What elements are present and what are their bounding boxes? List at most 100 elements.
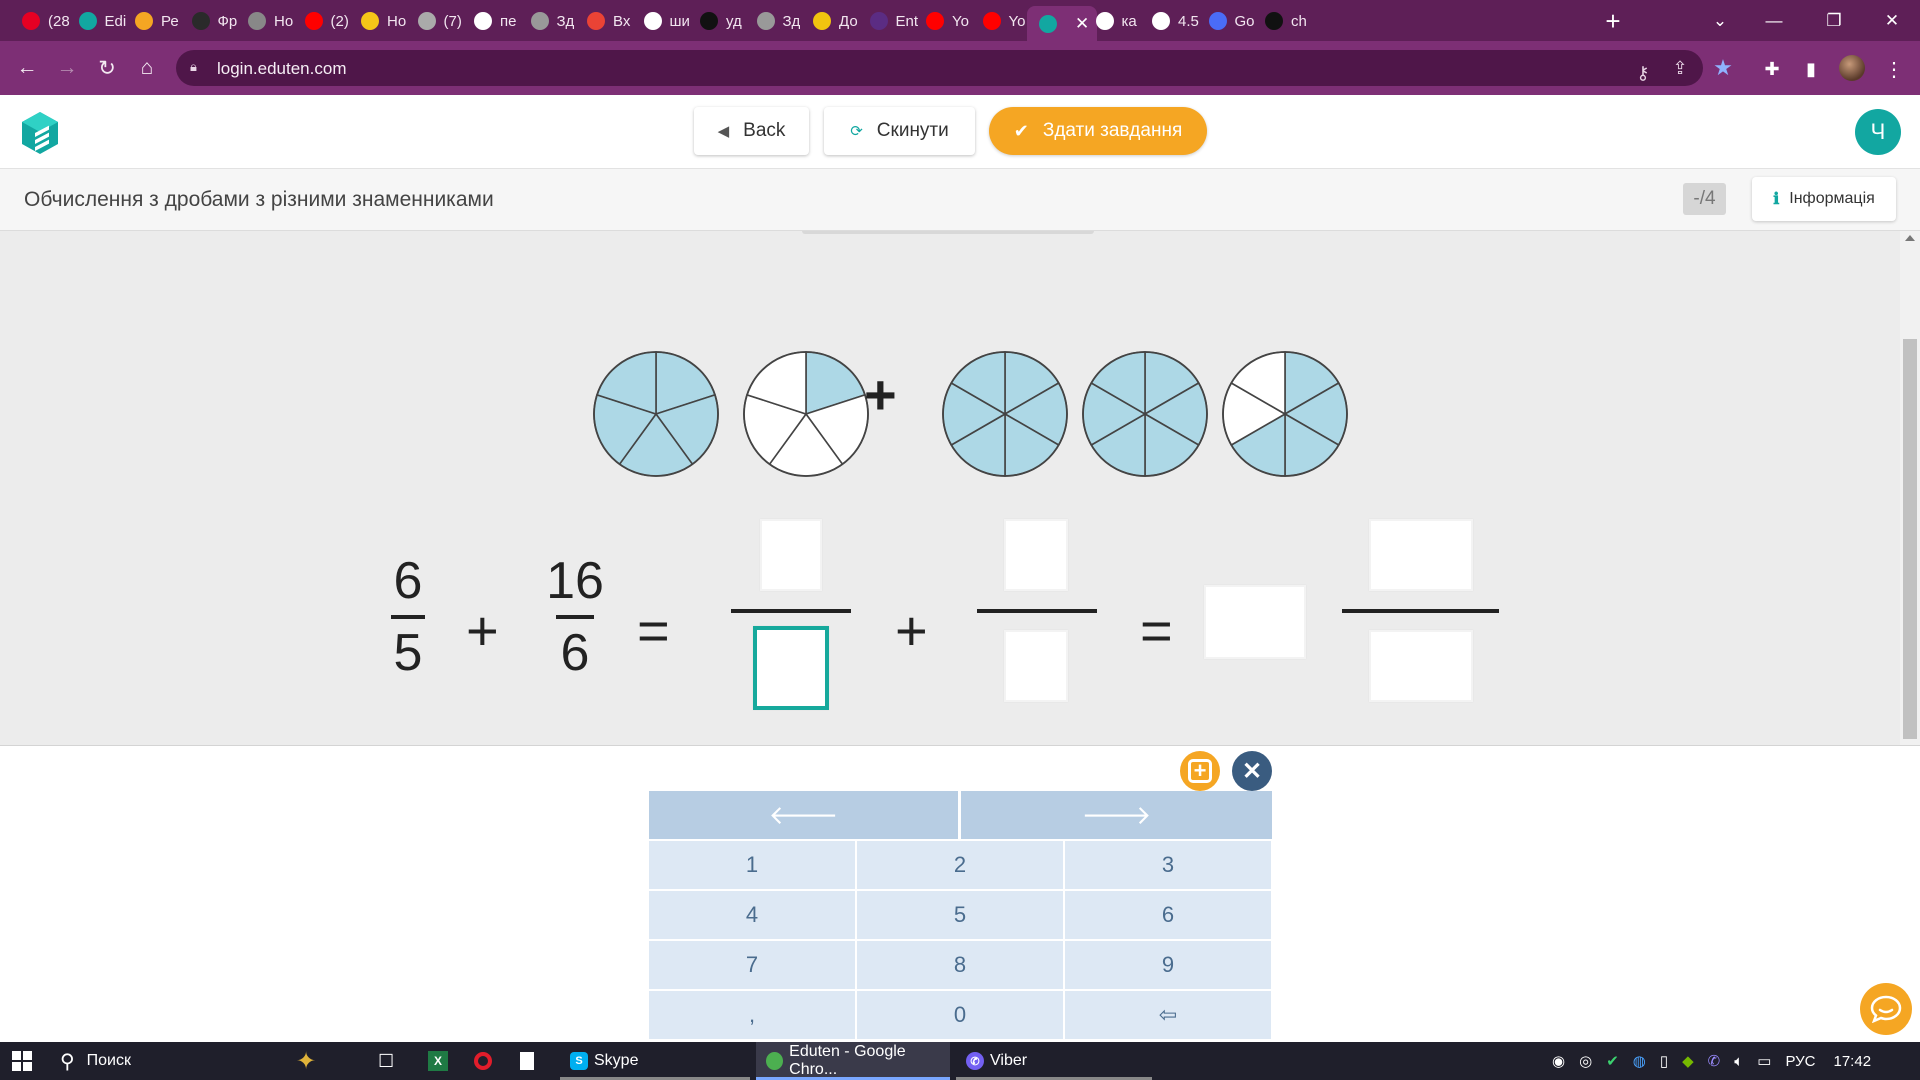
task-scrollbar[interactable] <box>1900 231 1920 745</box>
keypad-key[interactable]: 7 <box>649 941 855 989</box>
address-bar[interactable]: 🔒︎ login.eduten.com ⚷ ⇪ <box>176 50 1703 86</box>
lock-icon: 🔒︎ <box>190 59 197 74</box>
fraction-2-numerator: 16 <box>546 552 604 610</box>
minimize-button[interactable]: — <box>1748 0 1800 41</box>
answer-1-denominator-input[interactable] <box>753 626 829 710</box>
keypad-key[interactable]: 1 <box>649 841 855 889</box>
keypad-key[interactable]: 4 <box>649 891 855 939</box>
keypad-left-arrow-button[interactable]: 🡐 <box>649 791 958 839</box>
scrollbar-thumb[interactable] <box>1903 339 1917 739</box>
chrome-icon <box>248 12 266 30</box>
restore-button[interactable]: ❐ <box>1808 0 1860 41</box>
display-icon[interactable]: ▭ <box>1757 1052 1771 1070</box>
pie-right-2 <box>1082 351 1208 477</box>
usb-icon[interactable]: ▯ <box>1660 1052 1668 1070</box>
back-button[interactable]: ◀ Back <box>694 107 809 155</box>
reset-button[interactable]: ⟳ Скинути <box>824 107 975 155</box>
browser-tab-label: уд <box>726 12 742 30</box>
chat-support-button[interactable] <box>1860 983 1912 1035</box>
key-icon[interactable]: ⚷ <box>1629 59 1657 87</box>
pinterest-icon <box>22 12 40 30</box>
keypad-key[interactable]: ⇦ <box>1065 991 1271 1039</box>
info-button[interactable]: ℹ Інформація <box>1752 177 1896 221</box>
task-view-icon[interactable]: ☐ <box>378 1042 402 1080</box>
browser-tab-label: (2) <box>330 12 349 30</box>
shield-check-icon[interactable]: ✔ <box>1606 1052 1619 1070</box>
browser-tab-label: ch <box>1291 12 1307 30</box>
google-icon <box>474 12 492 30</box>
extensions-icon[interactable]: ✚ <box>1756 53 1788 85</box>
answer-3-numerator-input[interactable] <box>1369 519 1473 591</box>
viber-label: Viber <box>990 1052 1028 1069</box>
three-icon <box>1265 12 1283 30</box>
tab-search-icon[interactable]: ⌄ <box>1694 0 1746 41</box>
keypad-key[interactable]: 2 <box>857 841 1063 889</box>
close-window-button[interactable]: ✕ <box>1866 0 1918 41</box>
language-indicator[interactable]: РУС <box>1785 1053 1815 1070</box>
keypad-key[interactable]: 0 <box>857 991 1063 1039</box>
excel-icon[interactable]: X <box>428 1042 452 1080</box>
new-tab-button[interactable]: + <box>1598 6 1628 36</box>
answer-1-numerator-input[interactable] <box>760 519 822 591</box>
discord-icon[interactable]: ◉ <box>1552 1052 1565 1070</box>
nvidia-icon[interactable]: ◆ <box>1682 1052 1694 1070</box>
keypad-close-button[interactable]: ✕ <box>1232 751 1272 791</box>
answer-2-denominator-input[interactable] <box>1004 630 1068 702</box>
taskbar-app-skype[interactable]: S Skype <box>560 1042 750 1080</box>
keypad-right-arrow-button[interactable]: 🡒 <box>961 791 1272 839</box>
info-label: Інформація <box>1789 190 1875 207</box>
youtube-icon <box>926 12 944 30</box>
whole-number-input[interactable] <box>1204 585 1306 659</box>
browser-tab-label: ка <box>1121 12 1137 30</box>
answer-2-numerator-input[interactable] <box>1004 519 1068 591</box>
keypad-key[interactable]: 5 <box>857 891 1063 939</box>
share-icon[interactable]: ⇪ <box>1666 54 1694 82</box>
side-panel-icon[interactable]: ▮ <box>1795 53 1827 85</box>
keypad-add-button[interactable]: + <box>1180 751 1220 791</box>
viber-tray-icon[interactable]: ✆ <box>1708 1052 1721 1070</box>
eduten-logo[interactable] <box>20 112 60 154</box>
keypad-key[interactable]: 8 <box>857 941 1063 989</box>
keypad-key[interactable]: , <box>649 991 855 1039</box>
forward-arrow-icon[interactable]: → <box>50 51 84 85</box>
home-icon[interactable]: ⌂ <box>130 51 164 85</box>
keypad-key[interactable]: 9 <box>1065 941 1271 989</box>
refresh-icon: ⟳ <box>850 123 863 140</box>
browser-tab[interactable]: ch <box>1253 6 1319 36</box>
network-globe-icon[interactable]: ◍ <box>1633 1052 1646 1070</box>
task-tab-indicator <box>802 231 1094 234</box>
google-icon <box>643 12 662 30</box>
browser-tab-label: Но <box>274 12 294 30</box>
chrome-label: Eduten - Google Chro... <box>789 1043 906 1078</box>
windows-start-icon[interactable] <box>12 1042 36 1080</box>
notepad-icon[interactable] <box>520 1042 540 1080</box>
fraction-2: 16 6 <box>544 551 606 683</box>
sync-icon[interactable]: ◎ <box>1579 1052 1592 1070</box>
back-arrow-icon[interactable]: ← <box>10 51 44 85</box>
fraction-2-denominator: 6 <box>560 624 590 682</box>
opera-icon[interactable] <box>474 1042 498 1080</box>
taskbar-app-viber[interactable]: ✆ Viber <box>956 1042 1152 1080</box>
close-icon: ✕ <box>1241 757 1263 785</box>
clock[interactable]: 17:42 <box>1834 1053 1872 1070</box>
bookmark-star-icon[interactable]: ★ <box>1707 52 1739 84</box>
youtube-icon <box>304 12 323 30</box>
reload-icon[interactable]: ↻ <box>90 51 124 85</box>
keypad-key[interactable]: 6 <box>1065 891 1271 939</box>
answer-3-denominator-input[interactable] <box>1369 630 1473 702</box>
taskbar-app-chrome[interactable]: Eduten - Google Chro... <box>756 1042 950 1080</box>
url-text: login.eduten.com <box>217 59 347 78</box>
volume-icon[interactable]: 🔈︎ <box>1734 1053 1743 1070</box>
taskbar-search-label: Поиск <box>86 1052 131 1069</box>
eduten-icon <box>1039 14 1057 33</box>
browser-tab-label: Фр <box>217 12 238 30</box>
ent-icon <box>869 12 888 30</box>
browser-tab-label: (7) <box>443 12 462 30</box>
profile-avatar[interactable] <box>1839 55 1865 81</box>
scroll-up-arrow-icon[interactable] <box>1905 235 1915 241</box>
arrow-left-icon: 🡐 <box>768 799 839 830</box>
menu-dots-icon[interactable]: ⋮ <box>1878 53 1910 85</box>
keypad-key[interactable]: 3 <box>1065 841 1271 889</box>
user-avatar[interactable]: Ч <box>1855 109 1901 155</box>
submit-task-button[interactable]: ✔ Здати завдання <box>989 107 1207 155</box>
